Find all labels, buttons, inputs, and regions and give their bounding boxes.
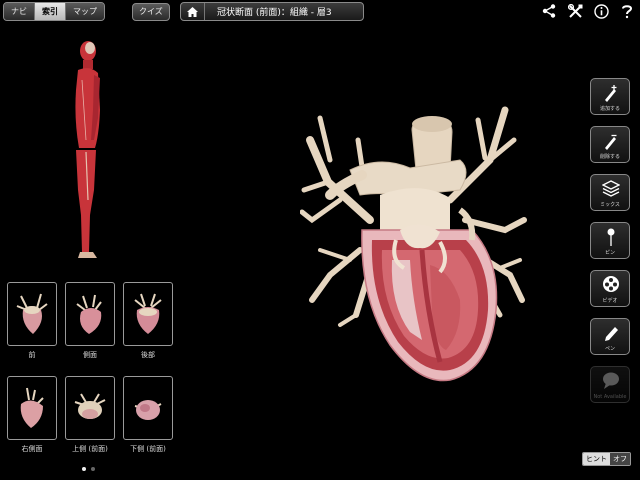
heart-thumb-icon (74, 393, 106, 419)
view-thumb-superior[interactable] (65, 376, 115, 440)
view-thumb-right-lateral[interactable] (7, 376, 57, 440)
comment-button-disabled: Not Available (590, 366, 630, 403)
segment-index[interactable]: 索引 (35, 3, 66, 20)
heart-thumb-icon (76, 294, 102, 334)
view-thumb-front[interactable] (7, 282, 57, 346)
view-label-inferior: 下側 (前面) (130, 445, 166, 453)
remove-button[interactable]: 削除する (590, 126, 630, 163)
not-available-label: Not Available (593, 394, 627, 400)
pen-button[interactable]: ペン (590, 318, 630, 355)
pin-button[interactable]: ピン (590, 222, 630, 259)
film-reel-icon (603, 276, 619, 292)
page-dot-1[interactable] (82, 467, 86, 471)
video-button[interactable]: ビデオ (590, 270, 630, 307)
home-button[interactable] (181, 3, 205, 20)
view-thumb-lateral[interactable] (65, 282, 115, 346)
hint-state: オフ (610, 453, 630, 465)
help-button[interactable] (618, 2, 636, 20)
mix-button[interactable]: ミックス (590, 174, 630, 211)
heart-thumb-icon (134, 400, 162, 420)
video-label: ビデオ (602, 298, 618, 304)
speech-bubble-icon (603, 372, 619, 389)
info-button[interactable] (592, 2, 610, 20)
tools-icon (567, 3, 582, 18)
pen-icon (605, 327, 618, 341)
breadcrumb-title: 冠状断面 (前面)：組織 - 層3 (217, 8, 332, 18)
heart-3d-model[interactable] (300, 100, 530, 390)
add-label: 追加する (599, 106, 620, 112)
add-pen-icon (605, 85, 617, 102)
tools-button[interactable] (566, 2, 584, 20)
help-icon (622, 4, 633, 18)
view-thumb-inferior[interactable] (123, 376, 173, 440)
pin-label: ピン (604, 250, 615, 256)
remove-label: 削除する (599, 154, 620, 160)
view-label-posterior: 後部 (141, 351, 155, 359)
share-icon (542, 4, 556, 18)
hint-toggle[interactable]: ヒント オフ (582, 452, 631, 466)
segment-navi[interactable]: ナビ (4, 3, 35, 20)
view-thumb-posterior[interactable] (123, 282, 173, 346)
page-indicator[interactable] (82, 467, 95, 471)
breadcrumb: 冠状断面 (前面)：組織 - 層3 (180, 2, 364, 21)
page-dot-2[interactable] (91, 467, 95, 471)
heart-thumb-icon (134, 293, 162, 334)
body-figure-navigator[interactable] (64, 40, 108, 262)
heart-thumb-icon (16, 293, 48, 334)
info-icon (593, 3, 609, 19)
pin-icon (607, 228, 615, 246)
quiz-button[interactable]: クイズ (132, 3, 170, 21)
segment-map[interactable]: マップ (66, 3, 104, 20)
remove-pen-icon (605, 134, 617, 150)
pen-label: ペン (604, 346, 615, 352)
mix-label: ミックス (600, 202, 620, 208)
home-icon (187, 6, 198, 17)
nav-segmented-control: ナビ 索引 マップ (3, 2, 105, 21)
heart-thumb-icon (20, 387, 44, 428)
layers-icon (602, 180, 620, 197)
top-bar: ナビ 索引 マップ クイズ 冠状断面 (前面)：組織 - 層3 (0, 0, 640, 22)
add-button[interactable]: 追加する (590, 78, 630, 115)
share-button[interactable] (540, 2, 558, 20)
hint-label: ヒント (583, 453, 610, 465)
